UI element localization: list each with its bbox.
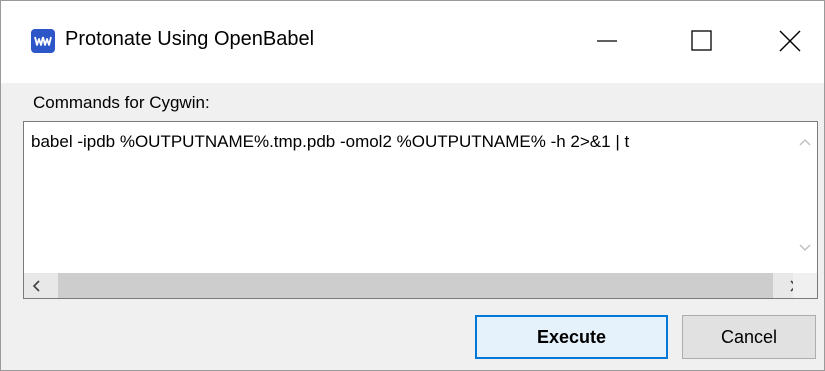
minimize-button[interactable]	[561, 1, 651, 83]
vertical-scrollbar[interactable]	[793, 122, 817, 272]
maximize-icon	[691, 30, 712, 51]
dialog-window: Protonate Using OpenBabel Commands for C…	[0, 0, 825, 371]
scroll-down-icon[interactable]	[797, 242, 813, 254]
horizontal-scrollbar[interactable]	[24, 273, 817, 298]
cancel-button[interactable]: Cancel	[682, 315, 816, 359]
close-icon	[779, 30, 801, 52]
minimize-icon	[597, 40, 617, 42]
title-bar[interactable]: Protonate Using OpenBabel	[1, 1, 824, 83]
scroll-corner	[793, 273, 817, 298]
horizontal-scroll-thumb[interactable]	[58, 273, 773, 298]
commands-textarea[interactable]: babel -ipdb %OUTPUTNAME%.tmp.pdb -omol2 …	[23, 121, 818, 299]
window-title: Protonate Using OpenBabel	[65, 28, 315, 50]
command-text[interactable]: babel -ipdb %OUTPUTNAME%.tmp.pdb -omol2 …	[31, 132, 791, 152]
close-button[interactable]	[746, 1, 825, 83]
maximize-button[interactable]	[656, 1, 746, 83]
commands-label: Commands for Cygwin:	[33, 93, 210, 112]
execute-button[interactable]: Execute	[475, 315, 668, 359]
scroll-up-icon[interactable]	[797, 136, 813, 148]
scroll-left-icon[interactable]	[30, 278, 44, 294]
app-logo-icon	[31, 29, 55, 53]
